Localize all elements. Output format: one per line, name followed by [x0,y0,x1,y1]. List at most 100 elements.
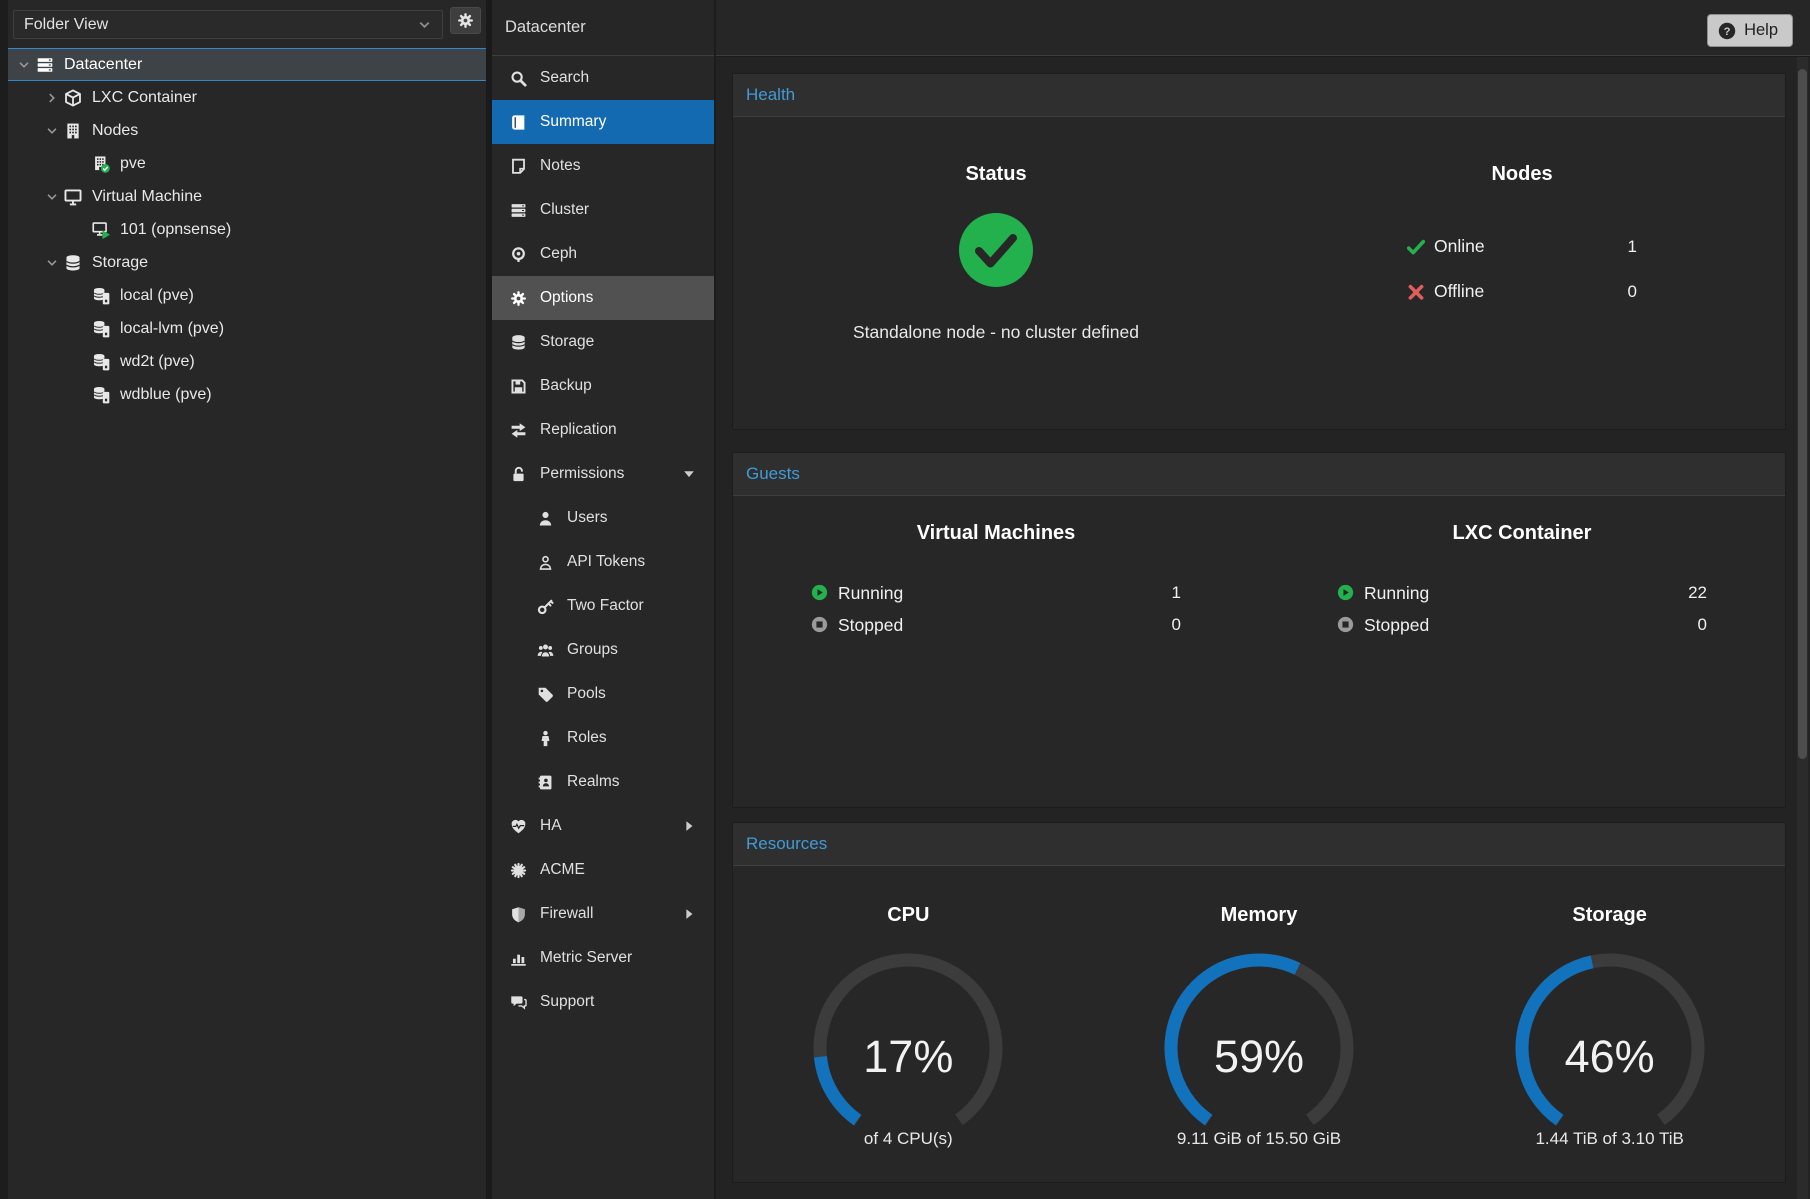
expander[interactable] [42,123,62,139]
tree-item-local-lvm-pve-[interactable]: local-lvm (pve) [8,312,486,345]
gauge-cpu: CPU17%of 4 CPU(s) [733,866,1084,1149]
nav-item-label: Firewall [540,905,593,923]
nav-item-groups[interactable]: Groups [492,628,714,672]
nav-item-notes[interactable]: Notes [492,144,714,188]
node-status-value: 1 [1628,237,1637,257]
guest-status-row-running: Running22 [1337,577,1707,609]
nav-item-acme[interactable]: ACME [492,848,714,892]
nav-item-two-factor[interactable]: Two Factor [492,584,714,628]
tree-item-label: Storage [92,254,148,272]
play-circle-icon [811,584,828,601]
tree-item-label: wd2t (pve) [120,353,195,371]
nav-item-metric-server[interactable]: Metric Server [492,936,714,980]
nav-item-firewall[interactable]: Firewall [492,892,714,936]
gauge-detail: 1.44 TiB of 3.10 TiB [1535,1129,1683,1149]
monitor-play-icon [92,221,110,239]
nav-item-replication[interactable]: Replication [492,408,714,452]
user-o-icon [537,554,554,571]
nav-item-support[interactable]: Support [492,980,714,1024]
help-button-label: Help [1744,21,1778,40]
tree-item-wd2t-pve-[interactable]: wd2t (pve) [8,345,486,378]
db-drive-icon [92,320,110,338]
nav-item-label: Roles [567,729,607,747]
tree-item-label: Virtual Machine [92,188,202,206]
submenu-collapsed-icon[interactable] [682,819,696,833]
health-panel-header: Health [733,74,1785,117]
chevron-down-icon [417,17,432,32]
submenu-collapsed-icon[interactable] [682,907,696,921]
nav-item-pools[interactable]: Pools [492,672,714,716]
tree-item-datacenter[interactable]: Datacenter [8,48,486,81]
monitor-icon [64,188,82,206]
guest-status-value: 0 [1698,615,1707,635]
status-column: Status Standalone node - no cluster defi… [733,117,1259,343]
user-icon [537,510,554,527]
chevron-down-icon [45,124,59,138]
expander [70,156,90,172]
expander[interactable] [14,57,34,73]
tri-right-icon [682,819,696,833]
guest-status-row-stopped: Stopped0 [811,609,1181,641]
nav-item-storage[interactable]: Storage [492,320,714,364]
chevron-down-icon [45,190,59,204]
expander [70,222,90,238]
ceph-icon [510,246,527,263]
gear-icon [457,12,474,29]
scrollbar-thumb[interactable] [1798,69,1807,759]
nav-item-backup[interactable]: Backup [492,364,714,408]
nav-item-cluster[interactable]: Cluster [492,188,714,232]
expander[interactable] [42,189,62,205]
resources-panel-title: Resources [746,834,827,854]
cluster-icon [36,56,54,74]
play-circle-icon [1337,584,1354,601]
nav-item-api-tokens[interactable]: API Tokens [492,540,714,584]
gauge-detail: 9.11 GiB of 15.50 GiB [1177,1129,1341,1149]
nodes-heading: Nodes [1491,163,1552,186]
tree-item-virtual-machine[interactable]: Virtual Machine [8,180,486,213]
guests-column-virtual-machines: Virtual MachinesRunning1Stopped0 [733,496,1259,641]
node-status-label: Online [1434,236,1485,257]
tree-item-label: 101 (opnsense) [120,221,231,239]
db-icon [510,334,527,351]
expander [70,387,90,403]
nav-item-roles[interactable]: Roles [492,716,714,760]
guest-status-row-running: Running1 [811,577,1181,609]
tree-item-storage[interactable]: Storage [8,246,486,279]
view-mode-select[interactable]: Folder View [13,10,443,39]
guests-column-lxc-container: LXC ContainerRunning22Stopped0 [1259,496,1785,641]
submenu-expanded-icon[interactable] [682,467,696,481]
floppy-icon [510,378,527,395]
building-icon [64,122,82,140]
nav-item-realms[interactable]: Realms [492,760,714,804]
tree-item-101-opnsense-[interactable]: 101 (opnsense) [8,213,486,246]
nav-item-options[interactable]: Options [492,276,714,320]
guest-status-row-stopped: Stopped0 [1337,609,1707,641]
tree-item-pve[interactable]: pve [8,147,486,180]
nav-item-users[interactable]: Users [492,496,714,540]
db-drive-icon [92,287,110,305]
vertical-scrollbar[interactable] [1797,57,1808,1199]
help-button[interactable]: ? Help [1707,14,1793,47]
nav-item-permissions[interactable]: Permissions [492,452,714,496]
tree-item-nodes[interactable]: Nodes [8,114,486,147]
expander[interactable] [42,90,62,106]
nav-item-ha[interactable]: HA [492,804,714,848]
view-mode-label: Folder View [24,16,108,34]
nav-item-search[interactable]: Search [492,56,714,100]
gear-icon [457,12,474,29]
nav-item-ceph[interactable]: Ceph [492,232,714,276]
gauge-memory: Memory59%9.11 GiB of 15.50 GiB [1084,866,1435,1149]
tree-item-label: pve [120,155,146,173]
tree-item-wdblue-pve-[interactable]: wdblue (pve) [8,378,486,411]
guest-status-value: 1 [1172,583,1181,603]
node-status-row-online: Online 1 [1407,224,1637,269]
nav-item-summary[interactable]: Summary [492,100,714,144]
expander[interactable] [42,255,62,271]
nodes-column: Nodes Online1Offline0 [1259,117,1785,343]
users-icon [537,642,554,659]
db-icon [64,254,82,272]
cluster-icon [510,202,527,219]
tree-settings-button[interactable] [450,7,481,34]
tree-item-local-pve-[interactable]: local (pve) [8,279,486,312]
tree-item-lxc-container[interactable]: LXC Container [8,81,486,114]
